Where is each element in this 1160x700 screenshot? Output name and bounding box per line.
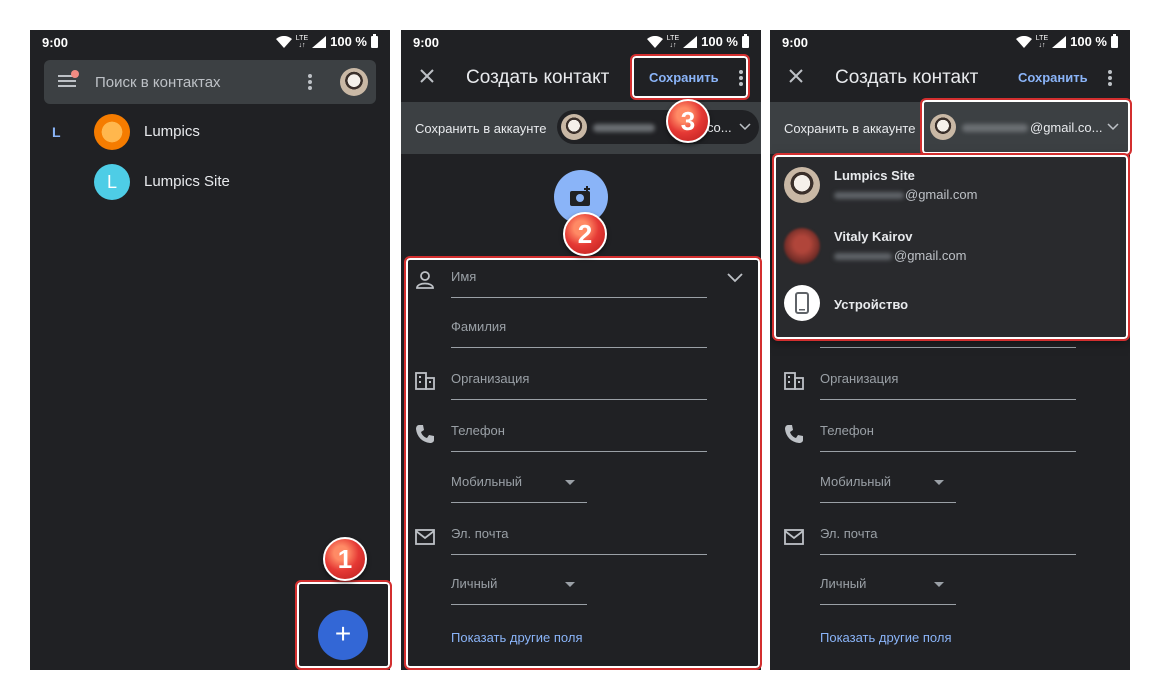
search-bar[interactable]: Поиск в контактах [44,60,376,104]
save-to-label: Сохранить в аккаунте [415,121,547,136]
notification-dot [71,70,79,78]
dropdown-arrow-icon [934,582,944,587]
email-icon [784,529,804,545]
highlight-frame [630,54,750,100]
highlight-frame [295,580,392,670]
account-email-suffix: co... [707,120,732,135]
organization-placeholder: Организация [820,371,899,386]
close-icon[interactable] [788,68,804,84]
contact-avatar [94,114,130,150]
step-badge: 1 [323,537,367,581]
close-icon[interactable] [419,68,435,84]
page-title: Создать контакт [835,67,979,88]
lte-indicator: LTE ↓↑ [1035,34,1049,49]
step-badge: 3 [666,99,710,143]
status-bar: 9:00 LTE ↓↑ 100 % [770,30,1130,54]
section-letter: L [52,124,61,140]
signal-icon [1052,35,1067,48]
phone-placeholder: Телефон [820,423,874,438]
more-vert-icon[interactable] [1106,68,1114,88]
lte-indicator: LTE ↓↑ [666,34,680,49]
highlight-frame [920,98,1132,156]
signal-icon [312,35,327,48]
lte-indicator: LTE ↓↑ [295,34,309,49]
status-time: 9:00 [42,35,69,50]
search-input[interactable]: Поиск в контактах [95,74,221,91]
dropdown-arrow-icon [934,480,944,485]
wifi-icon [275,35,292,48]
highlight-frame [772,153,1130,341]
chevron-down-icon [739,123,751,131]
status-time: 9:00 [782,35,809,50]
phone-type-select[interactable]: Мобильный [820,468,956,503]
wifi-icon [1015,35,1032,48]
phone-icon [785,425,803,443]
status-time: 9:00 [413,35,440,50]
business-icon [784,372,804,390]
contact-name: Lumpics Site [144,173,230,190]
app-bar: Создать контакт Сохранить [770,56,1130,100]
battery-percent: 100 % [1070,34,1107,49]
email-type-select[interactable]: Личный [820,570,956,605]
save-to-label: Сохранить в аккаунте [784,121,916,136]
battery-icon [371,33,378,48]
signal-icon [683,35,698,48]
wifi-icon [646,35,663,48]
account-dropdown[interactable]: co... [557,110,759,144]
battery-icon [742,33,749,48]
organization-field[interactable]: Организация [820,365,1076,400]
battery-percent: 100 % [701,34,738,49]
status-bar: 9:00 LTE ↓↑ 100 % [401,30,761,54]
account-avatar[interactable] [340,68,368,96]
email-field[interactable]: Эл. почта [820,520,1076,555]
show-more-fields-link[interactable]: Показать другие поля [820,630,952,645]
account-avatar [561,114,587,140]
step-badge: 2 [563,212,607,256]
highlight-frame [404,256,762,670]
save-button[interactable]: Сохранить [1018,70,1088,85]
page-title: Создать контакт [466,67,610,88]
status-bar: 9:00 LTE ↓↑ 100 % [30,30,390,54]
email-placeholder: Эл. почта [820,526,878,541]
battery-icon [1111,33,1118,48]
contact-avatar: L [94,164,130,200]
more-vert-icon[interactable] [302,72,318,92]
phone-field[interactable]: Телефон [820,417,1076,452]
contact-name: Lumpics [144,123,200,140]
add-photo-icon [570,186,590,206]
phone-type-value: Мобильный [820,474,892,489]
blurred-email [593,124,655,132]
battery-percent: 100 % [330,34,367,49]
email-type-value: Личный [820,576,867,591]
